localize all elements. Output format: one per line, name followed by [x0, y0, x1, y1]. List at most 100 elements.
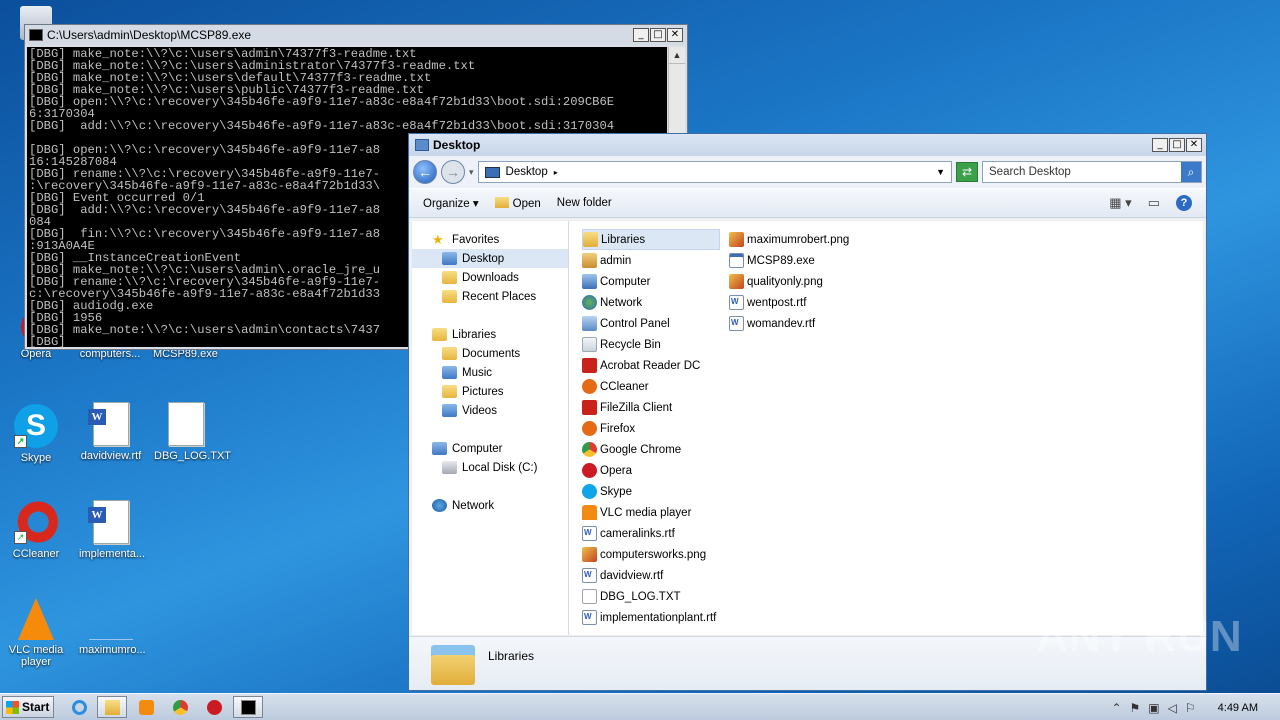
- desktop-icon-ccleaner[interactable]: ↗ CCleaner: [4, 500, 68, 560]
- videos-icon: [442, 404, 457, 417]
- file-item[interactable]: MCSP89.exe: [729, 250, 853, 271]
- file-item[interactable]: Skype: [582, 481, 720, 502]
- help-icon[interactable]: ?: [1176, 195, 1192, 211]
- language-flag-icon[interactable]: ⚐: [1185, 701, 1196, 715]
- file-item[interactable]: Opera: [582, 460, 720, 481]
- explorer-window[interactable]: Desktop _ □ ✕ ← → ▾ Desktop ▸ ▼ ⇄ Search…: [408, 133, 1207, 691]
- nav-item-libraries[interactable]: Libraries: [412, 325, 568, 344]
- file-item-label: Recycle Bin: [600, 338, 661, 351]
- forward-button[interactable]: →: [441, 160, 465, 184]
- taskbar-chrome[interactable]: [165, 696, 195, 718]
- change-view-icon[interactable]: ▦ ▾: [1109, 195, 1131, 211]
- desktop-icon-davidview[interactable]: W davidview.rtf: [79, 402, 143, 462]
- file-item-label: Opera: [600, 464, 632, 477]
- taskbar-explorer[interactable]: [97, 696, 127, 718]
- nav-item-local-disk-c[interactable]: Local Disk (C:): [412, 458, 568, 477]
- file-item[interactable]: cameralinks.rtf: [582, 523, 720, 544]
- file-item[interactable]: FileZilla Client: [582, 397, 720, 418]
- open-button[interactable]: Open: [494, 196, 541, 210]
- file-item[interactable]: admin: [582, 250, 720, 271]
- file-item[interactable]: wentpost.rtf: [729, 292, 853, 313]
- taskbar-media-player[interactable]: [131, 696, 161, 718]
- search-icon[interactable]: ⌕: [1181, 162, 1201, 182]
- address-dropdown-icon[interactable]: ▼: [936, 167, 945, 177]
- search-box[interactable]: Search Desktop ⌕: [982, 161, 1202, 183]
- refresh-button[interactable]: ⇄: [956, 162, 978, 182]
- maximize-button[interactable]: □: [650, 28, 666, 42]
- taskbar-console[interactable]: [233, 696, 263, 718]
- console-titlebar[interactable]: C:\Users\admin\Desktop\MCSP89.exe _ □ ✕: [25, 25, 687, 45]
- media-player-icon: [138, 699, 154, 715]
- nav-item-music[interactable]: Music: [412, 363, 568, 382]
- clock[interactable]: 4:49 AM: [1218, 702, 1258, 714]
- minimize-button[interactable]: _: [633, 28, 649, 42]
- file-item[interactable]: qualityonly.png: [729, 271, 853, 292]
- file-item[interactable]: Computer: [582, 271, 720, 292]
- desktop-icon-label: Skype: [20, 452, 52, 464]
- file-item[interactable]: davidview.rtf: [582, 565, 720, 586]
- nav-item-videos[interactable]: Videos: [412, 401, 568, 420]
- address-field[interactable]: Desktop ▸ ▼: [477, 161, 952, 183]
- minimize-button[interactable]: _: [1152, 138, 1168, 152]
- volume-icon[interactable]: ◁: [1168, 701, 1177, 715]
- shortcut-arrow-icon: ↗: [14, 531, 27, 544]
- scroll-up-icon[interactable]: ▲: [669, 47, 685, 64]
- preview-pane-icon[interactable]: ▭: [1148, 195, 1160, 211]
- file-item-label: MCSP89.exe: [747, 254, 815, 267]
- file-item[interactable]: maximumrobert.png: [729, 229, 853, 250]
- nav-item-recent-places[interactable]: Recent Places: [412, 287, 568, 306]
- nav-item-pictures[interactable]: Pictures: [412, 382, 568, 401]
- desktop-icon-dbg-log[interactable]: DBG_LOG.TXT: [154, 402, 231, 462]
- file-item[interactable]: computersworks.png: [582, 544, 720, 565]
- nav-item-computer[interactable]: Computer: [412, 439, 568, 458]
- explorer-titlebar[interactable]: Desktop _ □ ✕: [409, 134, 1206, 156]
- skype-icon: S ↗: [14, 404, 58, 448]
- nav-item-documents[interactable]: Documents: [412, 344, 568, 363]
- nav-item-label: Libraries: [452, 328, 497, 341]
- nav-item-desktop[interactable]: Desktop: [412, 249, 568, 268]
- documents-icon: [442, 347, 457, 360]
- back-button[interactable]: ←: [413, 160, 437, 184]
- file-item[interactable]: womandev.rtf: [729, 313, 853, 334]
- desktop-icon-maximumrobert[interactable]: maximumro...: [79, 596, 146, 656]
- nav-item-label: Computer: [452, 442, 503, 455]
- navigation-pane[interactable]: ★ Favorites Desktop Downloads Recent Places L…: [412, 221, 569, 635]
- file-item[interactable]: CCleaner: [582, 376, 720, 397]
- file-item[interactable]: Recycle Bin: [582, 334, 720, 355]
- network-status-icon[interactable]: ▣: [1148, 701, 1159, 715]
- close-button[interactable]: ✕: [1186, 138, 1202, 152]
- show-hidden-icons-icon[interactable]: ⌃: [1111, 701, 1121, 715]
- desktop-icon-skype[interactable]: S ↗ Skype: [4, 404, 68, 464]
- maximize-button[interactable]: □: [1169, 138, 1185, 152]
- red-icon: [582, 400, 597, 415]
- new-folder-button[interactable]: New folder: [557, 197, 612, 209]
- desktop-icon-implementationplant[interactable]: W implementa...: [79, 500, 145, 560]
- search-input[interactable]: Search Desktop: [989, 166, 1181, 178]
- file-item[interactable]: Google Chrome: [582, 439, 720, 460]
- file-item[interactable]: implementationplant.rtf: [582, 607, 720, 628]
- file-list[interactable]: Libraries admin Computer Network Control Pan…: [569, 221, 1203, 635]
- start-button[interactable]: Start: [2, 696, 54, 718]
- nav-item-network[interactable]: Network: [412, 496, 568, 515]
- file-item[interactable]: Network: [582, 292, 720, 313]
- nav-item-favorites[interactable]: ★ Favorites: [412, 230, 568, 249]
- action-center-flag-icon[interactable]: ⚑: [1130, 701, 1141, 715]
- breadcrumb-chevron-icon[interactable]: ▸: [554, 168, 558, 177]
- desktop-icon-vlc[interactable]: VLC media player: [4, 596, 68, 668]
- file-item[interactable]: Firefox: [582, 418, 720, 439]
- recent-pages-chevron-icon[interactable]: ▾: [469, 167, 474, 178]
- file-item[interactable]: DBG_LOG.TXT: [582, 586, 720, 607]
- close-button[interactable]: ✕: [667, 28, 683, 42]
- internet-explorer-icon: [71, 699, 87, 715]
- file-item[interactable]: VLC media player: [582, 502, 720, 523]
- organize-button[interactable]: Organize ▾: [423, 196, 479, 210]
- file-item[interactable]: Acrobat Reader DC: [582, 355, 720, 376]
- file-item[interactable]: Control Panel: [582, 313, 720, 334]
- file-item[interactable]: Libraries: [582, 229, 721, 250]
- taskbar-opera[interactable]: [199, 696, 229, 718]
- star-icon: ★: [432, 232, 444, 247]
- nav-item-label: Downloads: [462, 271, 519, 284]
- taskbar-internet-explorer[interactable]: [64, 696, 94, 718]
- nav-item-downloads[interactable]: Downloads: [412, 268, 568, 287]
- png-icon: [729, 274, 744, 289]
